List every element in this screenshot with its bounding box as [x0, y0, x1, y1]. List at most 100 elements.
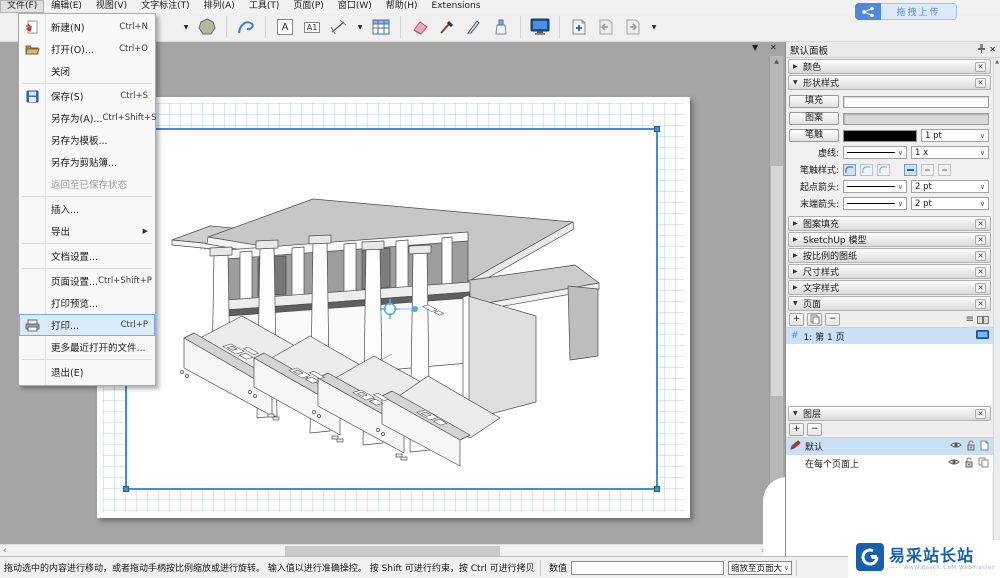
menu-item-save-as[interactable]: 另存为(A)... Ctrl+Shift+S [19, 107, 155, 129]
join-tool-button[interactable] [490, 16, 512, 38]
page-list-row[interactable]: # 1: 第 1 页 [786, 328, 1000, 344]
pattern-button[interactable]: 图案 [789, 112, 839, 125]
stroke-color-swatch[interactable] [843, 130, 917, 142]
dash-scale-select[interactable]: 1 x ∨ [911, 146, 989, 159]
menu-arrange[interactable]: 排列(A) [197, 0, 242, 13]
polygon-tool-button[interactable] [196, 16, 218, 38]
close-icon[interactable]: ✕ [975, 299, 986, 309]
vertical-scroll-thumb[interactable] [771, 166, 783, 396]
label-tool-button[interactable]: A1 [301, 16, 323, 38]
dimension-tool-dropdown-icon[interactable]: ▼ [355, 24, 365, 31]
stroke-cap-square-button[interactable] [938, 164, 951, 176]
canvas-vertical-scrollbar[interactable]: ▲ [769, 56, 783, 544]
freehand-tool-button[interactable] [235, 16, 257, 38]
lock-icon[interactable] [964, 457, 974, 471]
close-icon[interactable]: ✕ [975, 235, 986, 245]
dimension-tool-button[interactable] [328, 16, 350, 38]
add-page-button[interactable] [568, 16, 590, 38]
delete-layer-button[interactable]: − [807, 423, 822, 436]
stroke-width-select[interactable]: 1 pt ∨ [921, 129, 989, 142]
stroke-style-round-button[interactable] [860, 164, 873, 176]
menu-edit[interactable]: 编辑(E) [44, 0, 89, 13]
canvas-horizontal-scrollbar[interactable]: ‹ › [0, 544, 769, 556]
menu-item-insert[interactable]: 插入... [19, 198, 155, 220]
menu-item-close[interactable]: 关闭 [19, 60, 155, 82]
menu-view[interactable]: 视图(V) [89, 0, 134, 13]
delete-page-button[interactable]: − [825, 313, 840, 326]
scroll-up-icon[interactable]: ▲ [770, 56, 783, 65]
start-arrow-size-select[interactable]: 2 pt ∨ [911, 180, 989, 193]
stroke-cap-flat-button[interactable] [904, 164, 917, 176]
scroll-left-icon[interactable]: ‹ [3, 545, 7, 556]
selection-handle-bottom-right[interactable] [654, 486, 660, 492]
zoom-level-select[interactable]: 缩放至页面大 ∨ [728, 561, 792, 575]
close-icon[interactable]: ✕ [975, 267, 986, 277]
drag-upload-button[interactable]: 拖拽上传 [855, 3, 957, 20]
lock-icon[interactable] [966, 440, 976, 454]
layer-row-every-page[interactable]: 在每个页面上 [786, 455, 1000, 472]
horizontal-scroll-thumb[interactable] [285, 546, 500, 556]
menu-item-print-preview[interactable]: 打印预览... [19, 292, 155, 314]
page-presentation-icon[interactable] [976, 330, 989, 343]
menu-item-open[interactable]: 打开(O)... Ctrl+O [19, 38, 155, 60]
stroke-button[interactable]: 笔触 [789, 129, 839, 142]
close-icon[interactable]: ✕ [975, 283, 986, 293]
pages-stack-icon[interactable] [978, 457, 989, 471]
pattern-swatch[interactable] [843, 113, 989, 125]
section-text-style[interactable]: ▶ 文字样式 ✕ [788, 280, 991, 295]
close-icon[interactable]: ✕ [975, 251, 986, 261]
panel-close-icon[interactable]: ✕ [989, 45, 996, 54]
dash-pattern-select[interactable]: ∨ [843, 146, 907, 159]
selection-handle-bottom-left[interactable] [123, 486, 129, 492]
add-page-button[interactable]: + [789, 313, 804, 326]
document-menu-icon[interactable]: ▼ [752, 43, 758, 53]
list-view-icon[interactable]: ≡ [966, 314, 974, 325]
section-layers[interactable]: ▼ 图层 ✕ [788, 406, 991, 421]
menu-item-save-as-scrapbook[interactable]: 另存为剪贴簿... [19, 151, 155, 173]
stroke-style-bevel-button[interactable] [877, 164, 890, 176]
selection-handle-top-right[interactable] [654, 126, 660, 132]
section-pattern-fill[interactable]: ▶ 图案填充 ✕ [788, 216, 991, 231]
close-icon[interactable]: ✕ [975, 219, 986, 229]
previous-page-button[interactable] [595, 16, 617, 38]
page-icon[interactable] [980, 440, 989, 454]
menu-item-new[interactable]: 新建(N) Ctrl+N [19, 16, 155, 38]
menu-window[interactable]: 窗口(W) [331, 0, 379, 13]
section-shape-style[interactable]: ▼ 形状样式 ✕ [788, 75, 991, 90]
circle-tool-dropdown-icon[interactable]: ▼ [181, 24, 191, 31]
fill-swatch[interactable] [843, 96, 989, 108]
menu-file[interactable]: 文件(F) [0, 0, 44, 13]
next-page-button[interactable] [622, 16, 644, 38]
menu-pages[interactable]: 页面(P) [286, 0, 330, 13]
presentation-tool-button[interactable] [529, 16, 551, 38]
section-colors[interactable]: ▶ 颜色 ✕ [788, 59, 991, 74]
table-tool-button[interactable] [370, 16, 392, 38]
eye-icon[interactable] [950, 441, 962, 452]
menu-help[interactable]: 帮助(H) [379, 0, 425, 13]
close-icon[interactable]: ✕ [975, 62, 986, 72]
menu-item-document-setup[interactable]: 文档设置... [19, 245, 155, 267]
menu-extensions[interactable]: Extensions [425, 0, 488, 13]
menu-item-recent-files[interactable]: 更多最近打开的文件... [19, 336, 155, 358]
pin-icon[interactable] [977, 43, 986, 56]
document-close-icon[interactable]: ✕ [770, 43, 777, 53]
presentation-view-icon[interactable] [977, 310, 989, 329]
eye-icon[interactable] [948, 458, 960, 469]
menu-item-export[interactable]: 导出 ▶ [19, 220, 155, 242]
start-arrow-select[interactable]: ∨ [843, 180, 907, 193]
panel-scrollbar[interactable]: ▲ [993, 58, 1000, 556]
eraser-tool-button[interactable] [409, 16, 431, 38]
layer-row-default[interactable]: 默认 [786, 438, 1000, 455]
close-icon[interactable]: ✕ [975, 78, 986, 88]
end-arrow-select[interactable]: ∨ [843, 197, 907, 210]
fill-button[interactable]: 填充 [789, 95, 839, 108]
scroll-up-icon[interactable]: ▲ [994, 58, 1000, 65]
menu-item-print[interactable]: 打印... Ctrl+P [19, 314, 155, 336]
stroke-cap-round-button[interactable] [921, 164, 934, 176]
menu-tools[interactable]: 工具(T) [242, 0, 287, 13]
menu-item-exit[interactable]: 退出(E) [19, 361, 155, 383]
section-sketchup-model[interactable]: ▶ SketchUp 模型 ✕ [788, 232, 991, 247]
section-dimension-style[interactable]: ▶ 尺寸样式 ✕ [788, 264, 991, 279]
style-eyedropper-tool-button[interactable] [436, 16, 458, 38]
menu-text-annotation[interactable]: 文字标注(T) [134, 0, 197, 13]
